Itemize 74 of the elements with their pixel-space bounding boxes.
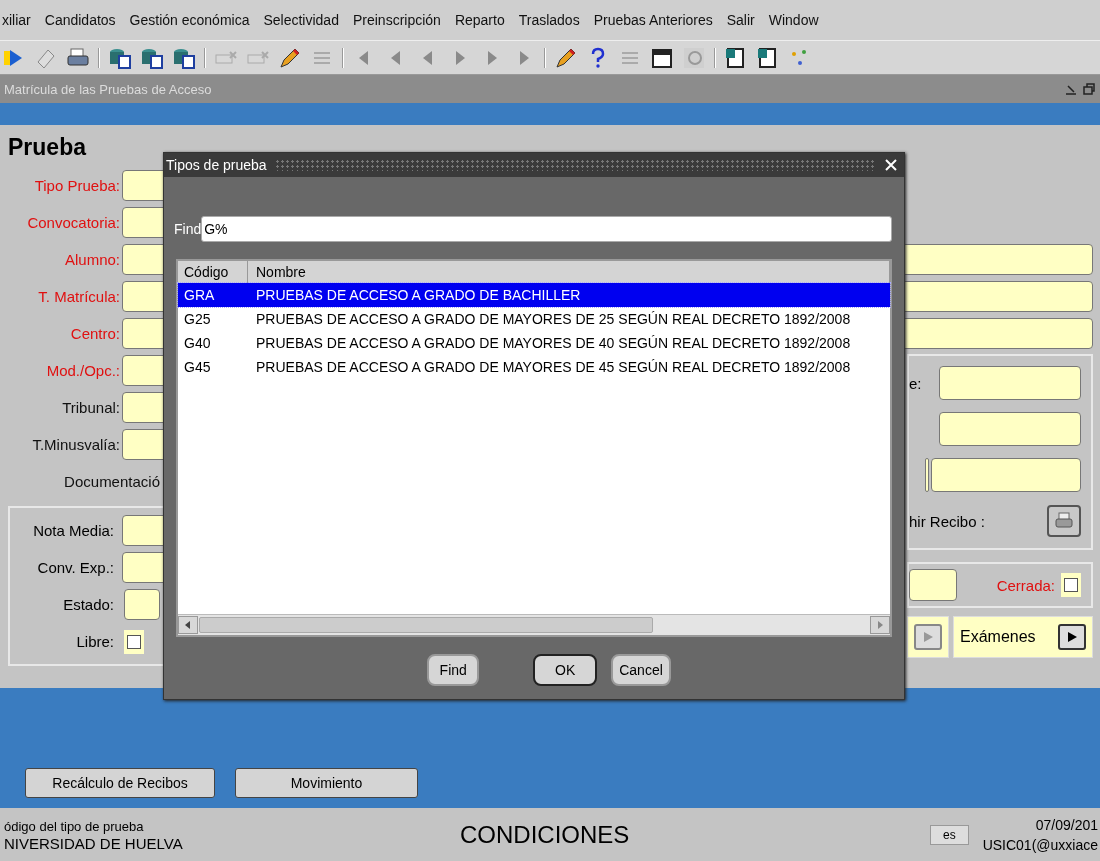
field-label: Conv. Exp.: [36, 559, 115, 576]
menu-item[interactable]: Preinscripción [352, 12, 441, 28]
menu-item[interactable]: Reparto [454, 12, 505, 28]
form-heading: Prueba [8, 133, 86, 162]
menu-item[interactable]: Selectividad [263, 12, 339, 28]
field-label: Convocatoria: [26, 214, 120, 231]
print-button[interactable] [1047, 505, 1081, 537]
printer-icon [1054, 511, 1074, 531]
scroll-left-icon [184, 621, 192, 629]
dialog-button[interactable]: OK [533, 654, 598, 686]
field-label: Cerrada: [996, 576, 1055, 594]
input-field[interactable] [925, 458, 929, 492]
close-icon[interactable] [884, 158, 898, 172]
menu-item[interactable]: Salir [726, 12, 755, 28]
play-icon [922, 631, 934, 643]
checkbox[interactable] [1064, 578, 1078, 592]
status-user: USIC01(@uxxiace [982, 835, 1098, 855]
input-field[interactable] [939, 366, 1081, 400]
field-label: Tipo Prueba: [33, 177, 120, 194]
status-hint: ódigo del tipo de prueba [4, 817, 145, 835]
menu-item[interactable]: Candidatos [44, 12, 116, 28]
list-row[interactable]: G45 PRUEBAS DE ACCESO A GRADO DE MAYORES DE 45 SEGÚN REAL DECRETO 1892/2008 [178, 355, 890, 379]
action-button[interactable]: Movimiento [235, 768, 418, 798]
name-cell-text: PRUEBAS DE ACCESO A GRADO DE MAYORES DE 40 SEGÚN REAL DECRETO 1892/2008 [255, 335, 852, 351]
mode-label: CONDICIONES [460, 820, 631, 849]
exams-button[interactable] [1058, 624, 1086, 650]
status-date: 07/09/201 [1035, 815, 1098, 835]
list-row[interactable]: G40 PRUEBAS DE ACCESO A GRADO DE MAYORES DE 40 SEGÚN REAL DECRETO 1892/2008 [178, 331, 890, 355]
dialog-title: Tipos de prueba [166, 157, 267, 173]
menu-item[interactable]: xiliar [2, 12, 31, 28]
code-cell-text: G25 [183, 311, 212, 327]
organization-name: NIVERSIDAD DE HUELVA [4, 834, 184, 852]
find-field[interactable]: G% [201, 216, 892, 242]
menu-item[interactable]: Gestión económica [129, 12, 250, 28]
input-field[interactable] [909, 569, 957, 601]
language-indicator: es [930, 824, 969, 845]
name-cell-text: PRUEBAS DE ACCESO A GRADO DE MAYORES DE 45 SEGÚN REAL DECRETO 1892/2008 [255, 359, 852, 375]
name-cell-text: PRUEBAS DE ACCESO A GRADO DE BACHILLER [255, 287, 582, 303]
input-field[interactable] [931, 458, 1081, 492]
play-icon [1066, 631, 1078, 643]
name-cell-text: PRUEBAS DE ACCESO A GRADO DE MAYORES DE 25 SEGÚN REAL DECRETO 1892/2008 [255, 311, 852, 327]
menu-item[interactable]: Traslados [518, 12, 580, 28]
field-label: Documentació [63, 473, 160, 490]
restore-icon[interactable] [1082, 82, 1096, 96]
exams-label: Exámenes [960, 628, 1036, 646]
code-cell-text: G40 [183, 335, 212, 351]
field-label: Alumno: [63, 251, 120, 268]
field-label: Centro: [69, 325, 120, 342]
menu-item[interactable]: Window [768, 12, 819, 28]
field-label: Mod./Opc.: [45, 362, 120, 379]
window-title: Matrícula de las Pruebas de Acceso [4, 81, 213, 97]
dialog-button[interactable]: Find [427, 654, 480, 686]
field-label: Estado: [62, 596, 115, 613]
field-label: Nota Media: [32, 522, 115, 539]
scroll-right-icon [876, 621, 884, 629]
code-cell-text: G45 [183, 359, 212, 375]
action-button[interactable]: Recálculo de Recibos [25, 768, 215, 798]
field-label: e: [909, 374, 922, 392]
horizontal-scrollbar[interactable] [178, 614, 890, 635]
input-field[interactable] [124, 589, 160, 620]
list-row[interactable]: G25 PRUEBAS DE ACCESO A GRADO DE MAYORES DE 25 SEGÚN REAL DECRETO 1892/2008 [178, 307, 890, 331]
field-label: T. Matrícula: [37, 288, 120, 305]
field-label: hir Recibo : [909, 512, 985, 530]
field-label: Tribunal: [61, 399, 120, 416]
checkbox[interactable] [127, 634, 141, 649]
minimize-icon[interactable] [1064, 82, 1078, 96]
dialog-button[interactable]: Cancel [611, 654, 671, 686]
field-label: T.Minusvalía: [31, 436, 120, 453]
field-label: Libre: [75, 633, 115, 650]
menu-item[interactable]: Pruebas Anteriores [593, 12, 713, 28]
code-cell-text: GRA [183, 287, 216, 303]
input-field[interactable] [939, 412, 1081, 446]
find-label: Find [174, 221, 202, 237]
list-row[interactable]: GRA PRUEBAS DE ACCESO A GRADO DE BACHILLER [178, 283, 890, 307]
